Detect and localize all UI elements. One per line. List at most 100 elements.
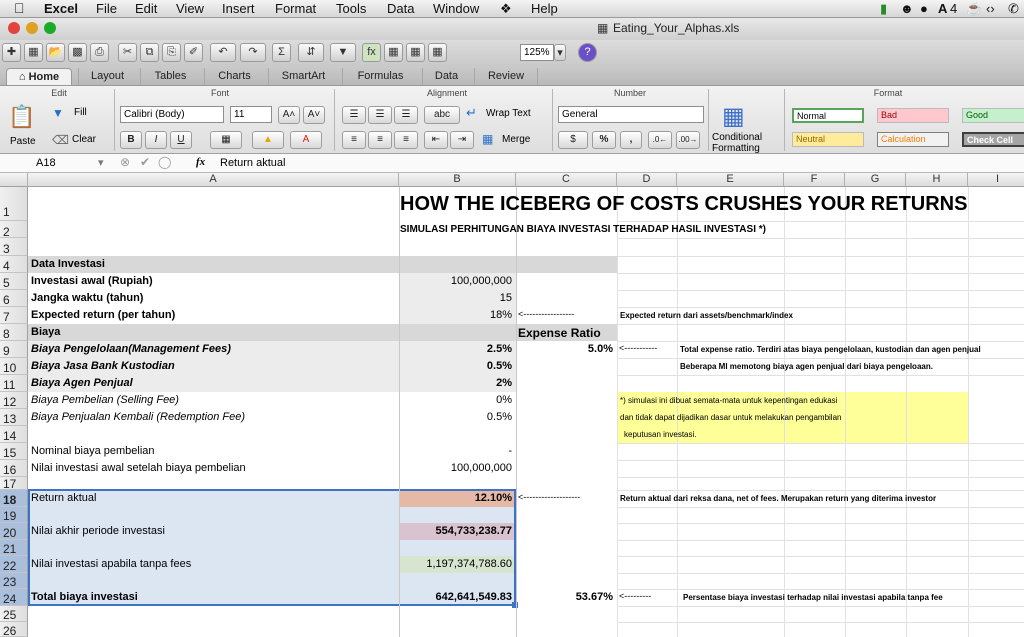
sidebar-icon[interactable]: ▦ [428,43,447,62]
adobe-icon[interactable]: A [938,0,947,17]
clear-button[interactable]: Clear [72,134,96,145]
select-all-corner[interactable] [0,173,28,187]
col-header-d[interactable]: D [617,173,677,187]
align-center-icon[interactable]: ≡ [368,131,392,149]
wrap-text-button[interactable]: Wrap Text [486,108,531,119]
name-box-dropdown-icon[interactable]: ▾ [98,156,104,169]
code-icon[interactable]: ‹› [986,0,995,17]
undo-icon[interactable]: ↶ [210,43,236,62]
align-middle-icon[interactable]: ☰ [368,106,392,124]
row-header[interactable]: 26 [0,622,28,637]
col-header-a[interactable]: A [28,173,399,187]
currency-icon[interactable]: $ [558,131,588,149]
align-left-icon[interactable]: ≡ [342,131,366,149]
row-header[interactable]: 9 [0,341,28,358]
menu-help[interactable]: Help [531,0,558,17]
paste-icon[interactable]: ⎘ [162,43,181,62]
insert-function-cancel-icon[interactable]: ◯ [158,155,171,169]
fx-label[interactable]: fx [196,156,205,168]
sort-icon[interactable]: ⇵ [298,43,324,62]
row-header[interactable]: 6 [0,290,28,307]
tab-tables[interactable]: Tables [140,68,200,85]
formula-input[interactable]: Return aktual [220,157,285,169]
font-size-select[interactable]: 11 [230,106,272,123]
tab-review[interactable]: Review [474,68,538,85]
underline-icon[interactable]: U [170,131,192,149]
menu-data[interactable]: Data [387,0,414,17]
copy-icon[interactable]: ⧉ [140,43,159,62]
paste-label[interactable]: Paste [10,136,36,147]
tab-formulas[interactable]: Formulas [342,68,418,85]
borders-icon[interactable]: ▦ [210,131,242,149]
toolbox-icon[interactable]: ▦ [384,43,403,62]
menu-edit[interactable]: Edit [135,0,157,17]
zoom-dropdown-icon[interactable]: ▾ [554,44,566,61]
zoom-window-icon[interactable] [44,22,56,34]
style-normal[interactable]: Normal [792,108,864,123]
style-bad[interactable]: Bad [877,108,949,123]
tab-data[interactable]: Data [422,68,470,85]
font-color-icon[interactable]: A [290,131,322,149]
row-header[interactable]: 24 [0,589,28,606]
script-icon[interactable]: ❖ [500,0,512,17]
open-icon[interactable]: 📂 [46,43,65,62]
conditional-formatting-icon[interactable]: ▦ [722,102,745,131]
row-header[interactable]: 11 [0,375,28,392]
help-icon[interactable]: ? [578,43,597,62]
formula-builder-icon[interactable]: fx [362,43,381,62]
increase-decimal-icon[interactable]: .0← [648,131,672,149]
redo-icon[interactable]: ↷ [240,43,266,62]
style-check-cell[interactable]: Check Cell [962,132,1024,147]
row-header[interactable]: 20 [0,523,28,540]
tab-charts[interactable]: Charts [204,68,264,85]
col-header-h[interactable]: H [906,173,968,187]
user-icon[interactable]: ☻ [900,0,914,17]
format-painter-icon[interactable]: ✐ [184,43,203,62]
name-box[interactable]: A18 [36,157,56,169]
cell-a20[interactable]: Nilai akhir periode investasi [31,525,165,537]
cell-a22[interactable]: Nilai investasi apabila tanpa fees [31,558,191,570]
row-header[interactable]: 3 [0,238,28,256]
menu-tools[interactable]: Tools [336,0,366,17]
cell-a24[interactable]: Total biaya investasi [31,591,138,603]
row-header[interactable]: 10 [0,358,28,375]
apple-icon[interactable]:  [14,0,25,17]
spreadsheet-grid[interactable]: A B C D E F G H I 1 2 3 4 5 6 7 8 9 10 1… [0,173,1024,637]
row-header[interactable]: 22 [0,556,28,573]
style-calculation[interactable]: Calculation [877,132,949,147]
activity-icon[interactable]: ▮ [880,0,887,17]
number-format-select[interactable]: General [558,106,704,123]
row-header[interactable]: 18 [0,490,28,507]
col-header-g[interactable]: G [845,173,906,187]
row-header[interactable]: 13 [0,409,28,426]
italic-icon[interactable]: I [145,131,167,149]
cancel-edit-icon[interactable]: ⊗ [120,155,130,169]
media-icon[interactable]: ▦ [406,43,425,62]
tab-layout[interactable]: Layout [78,68,136,85]
row-header[interactable]: 2 [0,221,28,239]
col-header-c[interactable]: C [516,173,617,187]
row-header[interactable]: 5 [0,273,28,290]
merge-button[interactable]: Merge [502,134,530,145]
cell-b18[interactable]: 12.10% [399,492,512,504]
row-header[interactable]: 14 [0,426,28,443]
col-header-f[interactable]: F [784,173,845,187]
cut-icon[interactable]: ✂ [118,43,137,62]
fill-button[interactable]: Fill [74,107,87,118]
row-header[interactable]: 25 [0,606,28,622]
row-header[interactable]: 8 [0,324,28,341]
merge-icon[interactable]: ▦ [482,132,493,146]
row-header[interactable]: 23 [0,573,28,589]
increase-indent-icon[interactable]: ⇥ [450,131,474,149]
menu-window[interactable]: Window [433,0,479,17]
formatting-label[interactable]: Formatting [712,143,760,154]
new-icon[interactable]: ✚ [2,43,21,62]
bold-icon[interactable]: B [120,131,142,149]
close-window-icon[interactable] [8,22,20,34]
tab-home[interactable]: ⌂ Home [6,68,72,85]
row-header[interactable]: 12 [0,392,28,409]
col-header-e[interactable]: E [677,173,784,187]
row-header[interactable]: 21 [0,540,28,556]
style-good[interactable]: Good [962,108,1024,123]
percent-icon[interactable]: % [592,131,616,149]
